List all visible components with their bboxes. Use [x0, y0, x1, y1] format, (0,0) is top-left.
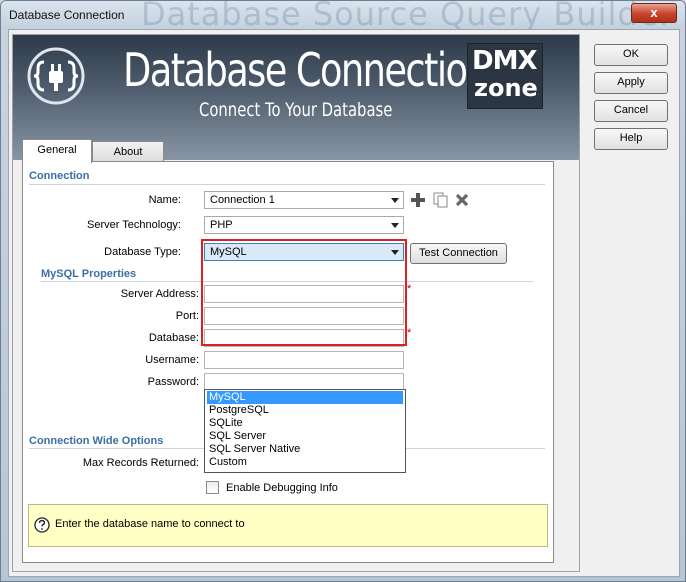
enable-debugging-checkbox[interactable] [206, 481, 219, 494]
copy-icon[interactable] [433, 192, 449, 208]
password-label: Password: [147, 376, 199, 388]
name-value: Connection 1 [210, 194, 275, 206]
tab-general[interactable]: General [22, 139, 92, 163]
required-marker: * [407, 327, 412, 339]
test-connection-button[interactable]: Test Connection [410, 243, 507, 264]
close-button[interactable]: x [631, 3, 677, 23]
server-address-label: Server Address: [120, 288, 199, 300]
port-label: Port: [175, 310, 199, 322]
main-panel: Database Connection Connect To Your Data… [12, 34, 580, 572]
section-connection-wide-options: Connection Wide Options [29, 435, 164, 447]
banner-title: Database Connection [123, 43, 490, 97]
database-type-dropdown-list[interactable]: MySQL PostgreSQL SQLite SQL Server SQL S… [204, 389, 406, 473]
dropdown-option-custom[interactable]: Custom [207, 456, 403, 469]
hint-text: Enter the database name to connect to [55, 518, 245, 530]
database-type-value: MySQL [210, 246, 247, 258]
database-type-select[interactable]: MySQL [204, 243, 404, 261]
username-label: Username: [145, 354, 199, 366]
enable-debugging-label: Enable Debugging Info [226, 482, 338, 494]
database-field[interactable] [204, 329, 404, 347]
section-divider [41, 281, 533, 282]
port-field[interactable] [204, 307, 404, 325]
panel-divider [579, 34, 580, 570]
hint-box: Enter the database name to connect to [28, 504, 548, 547]
max-records-label: Max Records Returned: [82, 457, 199, 469]
general-tab-page: Connection Name: Connection 1 Server Tec… [22, 161, 554, 563]
database-label: Database: [148, 332, 199, 344]
dropdown-option-sql-server[interactable]: SQL Server [207, 430, 403, 443]
dialog-client: Database Connection Connect To Your Data… [8, 29, 680, 577]
name-label: Name: [148, 194, 181, 206]
section-connection: Connection [29, 170, 90, 182]
server-technology-value: PHP [210, 219, 233, 231]
chevron-down-icon [391, 198, 399, 203]
dropdown-option-sql-server-native[interactable]: SQL Server Native [207, 443, 403, 456]
cancel-button[interactable]: Cancel [594, 100, 668, 122]
close-icon: x [650, 5, 658, 20]
window-title: Database Connection [9, 8, 125, 22]
chevron-down-icon [391, 250, 399, 255]
title-bar[interactable]: Database Source Query Builder Database C… [1, 1, 685, 33]
required-marker: * [407, 283, 412, 295]
username-field[interactable] [204, 351, 404, 369]
question-icon [34, 517, 50, 533]
plug-logo-icon [27, 47, 85, 105]
delete-icon[interactable] [455, 193, 469, 207]
name-select[interactable]: Connection 1 [204, 191, 404, 209]
database-type-label: Database Type: [104, 246, 181, 258]
dropdown-option-postgresql[interactable]: PostgreSQL [207, 404, 403, 417]
dropdown-option-sqlite[interactable]: SQLite [207, 417, 403, 430]
dropdown-option-mysql[interactable]: MySQL [207, 391, 403, 404]
server-technology-label: Server Technology: [87, 219, 181, 231]
apply-button[interactable]: Apply [594, 72, 668, 94]
ok-button[interactable]: OK [594, 44, 668, 66]
brand-top: DMX [472, 46, 538, 76]
banner-subtitle: Connect To Your Database [199, 99, 393, 121]
brand-bottom: zone [474, 74, 538, 102]
plus-icon[interactable] [411, 193, 425, 207]
tab-about[interactable]: About [92, 141, 164, 162]
dialog-window: Database Source Query Builder Database C… [0, 0, 686, 582]
server-technology-select[interactable]: PHP [204, 216, 404, 234]
server-address-field[interactable] [204, 285, 404, 303]
chevron-down-icon [391, 223, 399, 228]
dmxzone-logo: DMX zone [467, 43, 543, 109]
help-button[interactable]: Help [594, 128, 668, 150]
section-divider [29, 184, 545, 185]
section-mysql-properties: MySQL Properties [41, 268, 137, 280]
